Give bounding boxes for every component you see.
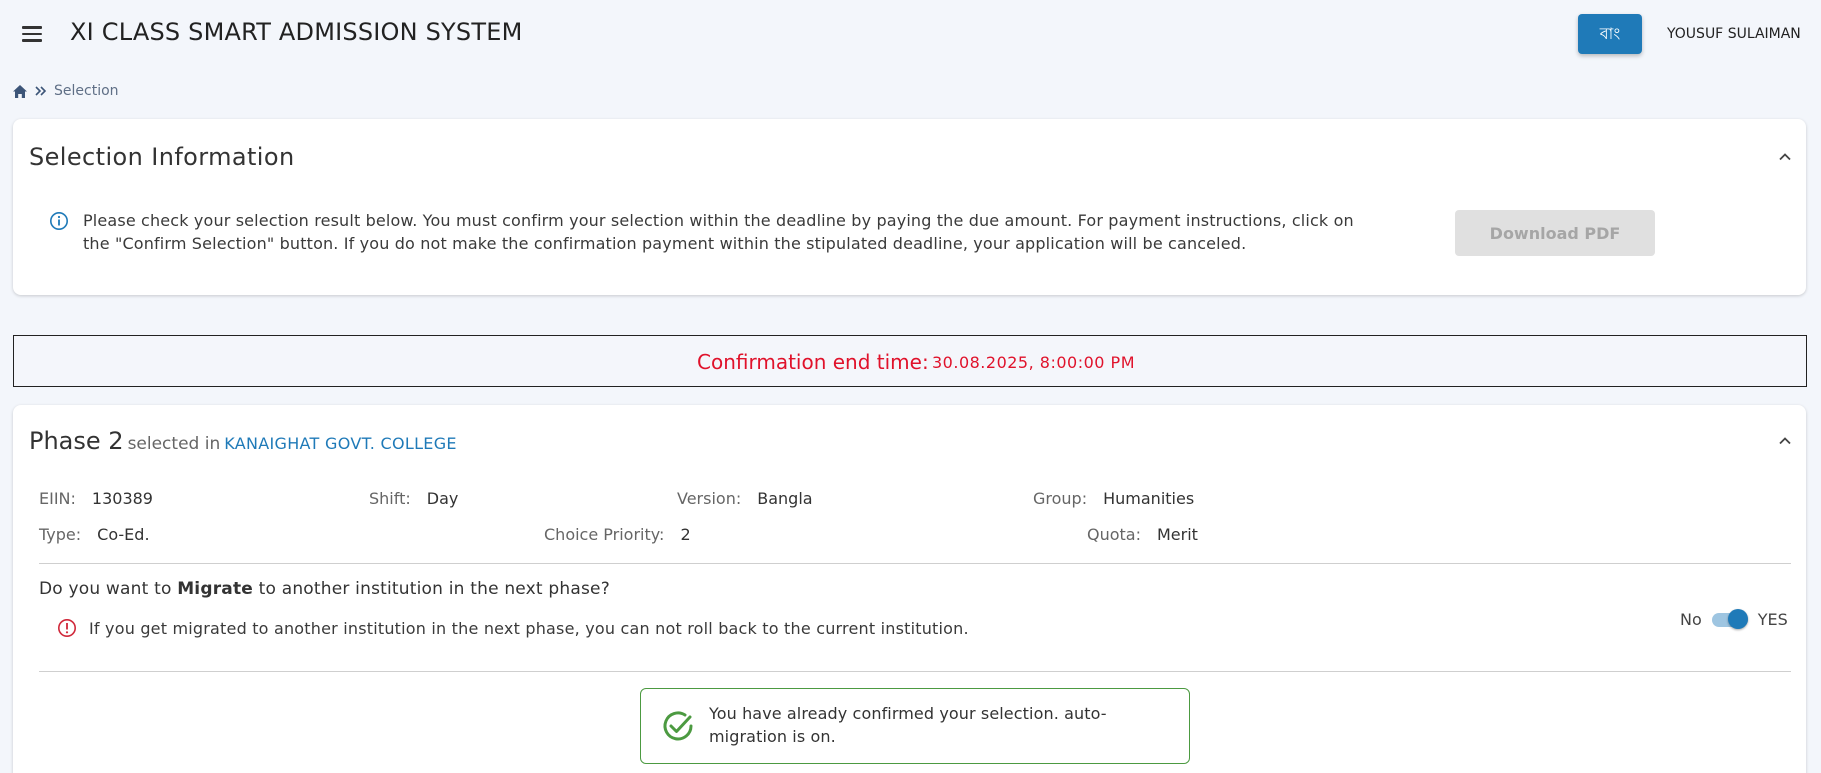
migrate-question-bold: Migrate (177, 579, 254, 599)
double-chevron-right-icon (34, 85, 48, 97)
migrate-question-suffix: to another institution in the next phase… (258, 579, 610, 599)
success-alert: You have already confirmed your selectio… (640, 688, 1190, 764)
phase-heading: Phase 2 selected in KANAIGHAT GOVT. COLLEG… (29, 427, 457, 455)
toggle-off-label: No (1680, 609, 1702, 629)
type-label: Type: (39, 525, 82, 544)
shift-field: Shift: Day (369, 489, 458, 508)
info-icon (50, 212, 68, 230)
home-icon[interactable] (12, 84, 28, 99)
eiin-label: EIIN: (39, 489, 76, 508)
eiin-field: EIIN: 130389 (39, 489, 153, 508)
migrate-question-prefix: Do you want to (39, 579, 172, 599)
menu-icon[interactable] (20, 22, 48, 46)
choice-priority-field: Choice Priority: 2 (544, 525, 691, 544)
migrate-toggle-group: No YES (1680, 608, 1788, 630)
group-label: Group: (1033, 489, 1088, 508)
type-field: Type: Co-Ed. (39, 525, 150, 544)
check-circle-icon (663, 711, 693, 741)
toggle-on-label: YES (1757, 609, 1788, 629)
breadcrumb: Selection (12, 81, 119, 101)
phase-title: Phase 2 (29, 427, 124, 455)
eiin-value: 130389 (91, 489, 153, 508)
divider (39, 671, 1791, 672)
app-header: XI CLASS SMART ADMISSION SYSTEM বাং YOUS… (0, 0, 1821, 68)
selection-info-card: Selection Information Please check your … (13, 119, 1806, 295)
download-pdf-button[interactable]: Download PDF (1455, 210, 1655, 256)
chevron-up-icon[interactable] (1777, 149, 1793, 165)
version-label: Version: (677, 489, 742, 508)
breadcrumb-current: Selection (54, 83, 119, 99)
quota-value: Merit (1157, 525, 1198, 544)
toggle-knob (1727, 609, 1748, 629)
group-value: Humanities (1103, 489, 1195, 508)
confirmation-label: Confirmation end time: (697, 350, 929, 374)
language-toggle-button[interactable]: বাং (1578, 14, 1642, 54)
warning-icon (58, 619, 76, 637)
quota-field: Quota: Merit (1087, 525, 1198, 544)
version-field: Version: Bangla (677, 489, 813, 508)
success-message: You have already confirmed your selectio… (709, 704, 1107, 746)
confirmation-value: 30.08.2025, 8:00:00 PM (932, 353, 1135, 372)
divider (39, 563, 1791, 564)
college-name: KANAIGHAT GOVT. COLLEGE (224, 434, 457, 453)
migrate-question: Do you want to Migrate to another instit… (39, 579, 610, 599)
type-value: Co-Ed. (97, 525, 150, 544)
selection-info-message: Please check your selection result below… (83, 211, 1354, 253)
confirmation-deadline-box: Confirmation end time: 30.08.2025, 8:00:… (13, 335, 1807, 387)
selection-info-title: Selection Information (29, 143, 295, 171)
user-menu[interactable]: YOUSUF SULAIMAN (1667, 26, 1801, 42)
migrate-warning: If you get migrated to another instituti… (89, 619, 969, 638)
shift-label: Shift: (369, 489, 411, 508)
shift-value: Day (426, 489, 459, 508)
migrate-toggle[interactable] (1711, 608, 1748, 630)
phase-selected-in: selected in (127, 434, 221, 454)
app-title: XI CLASS SMART ADMISSION SYSTEM (70, 18, 523, 46)
phase-card: Phase 2 selected in KANAIGHAT GOVT. COLLEG… (13, 405, 1806, 773)
chevron-up-icon[interactable] (1777, 433, 1793, 449)
version-value: Bangla (757, 489, 813, 508)
quota-label: Quota: (1087, 525, 1141, 544)
group-field: Group: Humanities (1033, 489, 1194, 508)
choice-priority-value: 2 (680, 525, 691, 544)
choice-priority-label: Choice Priority: (544, 525, 665, 544)
